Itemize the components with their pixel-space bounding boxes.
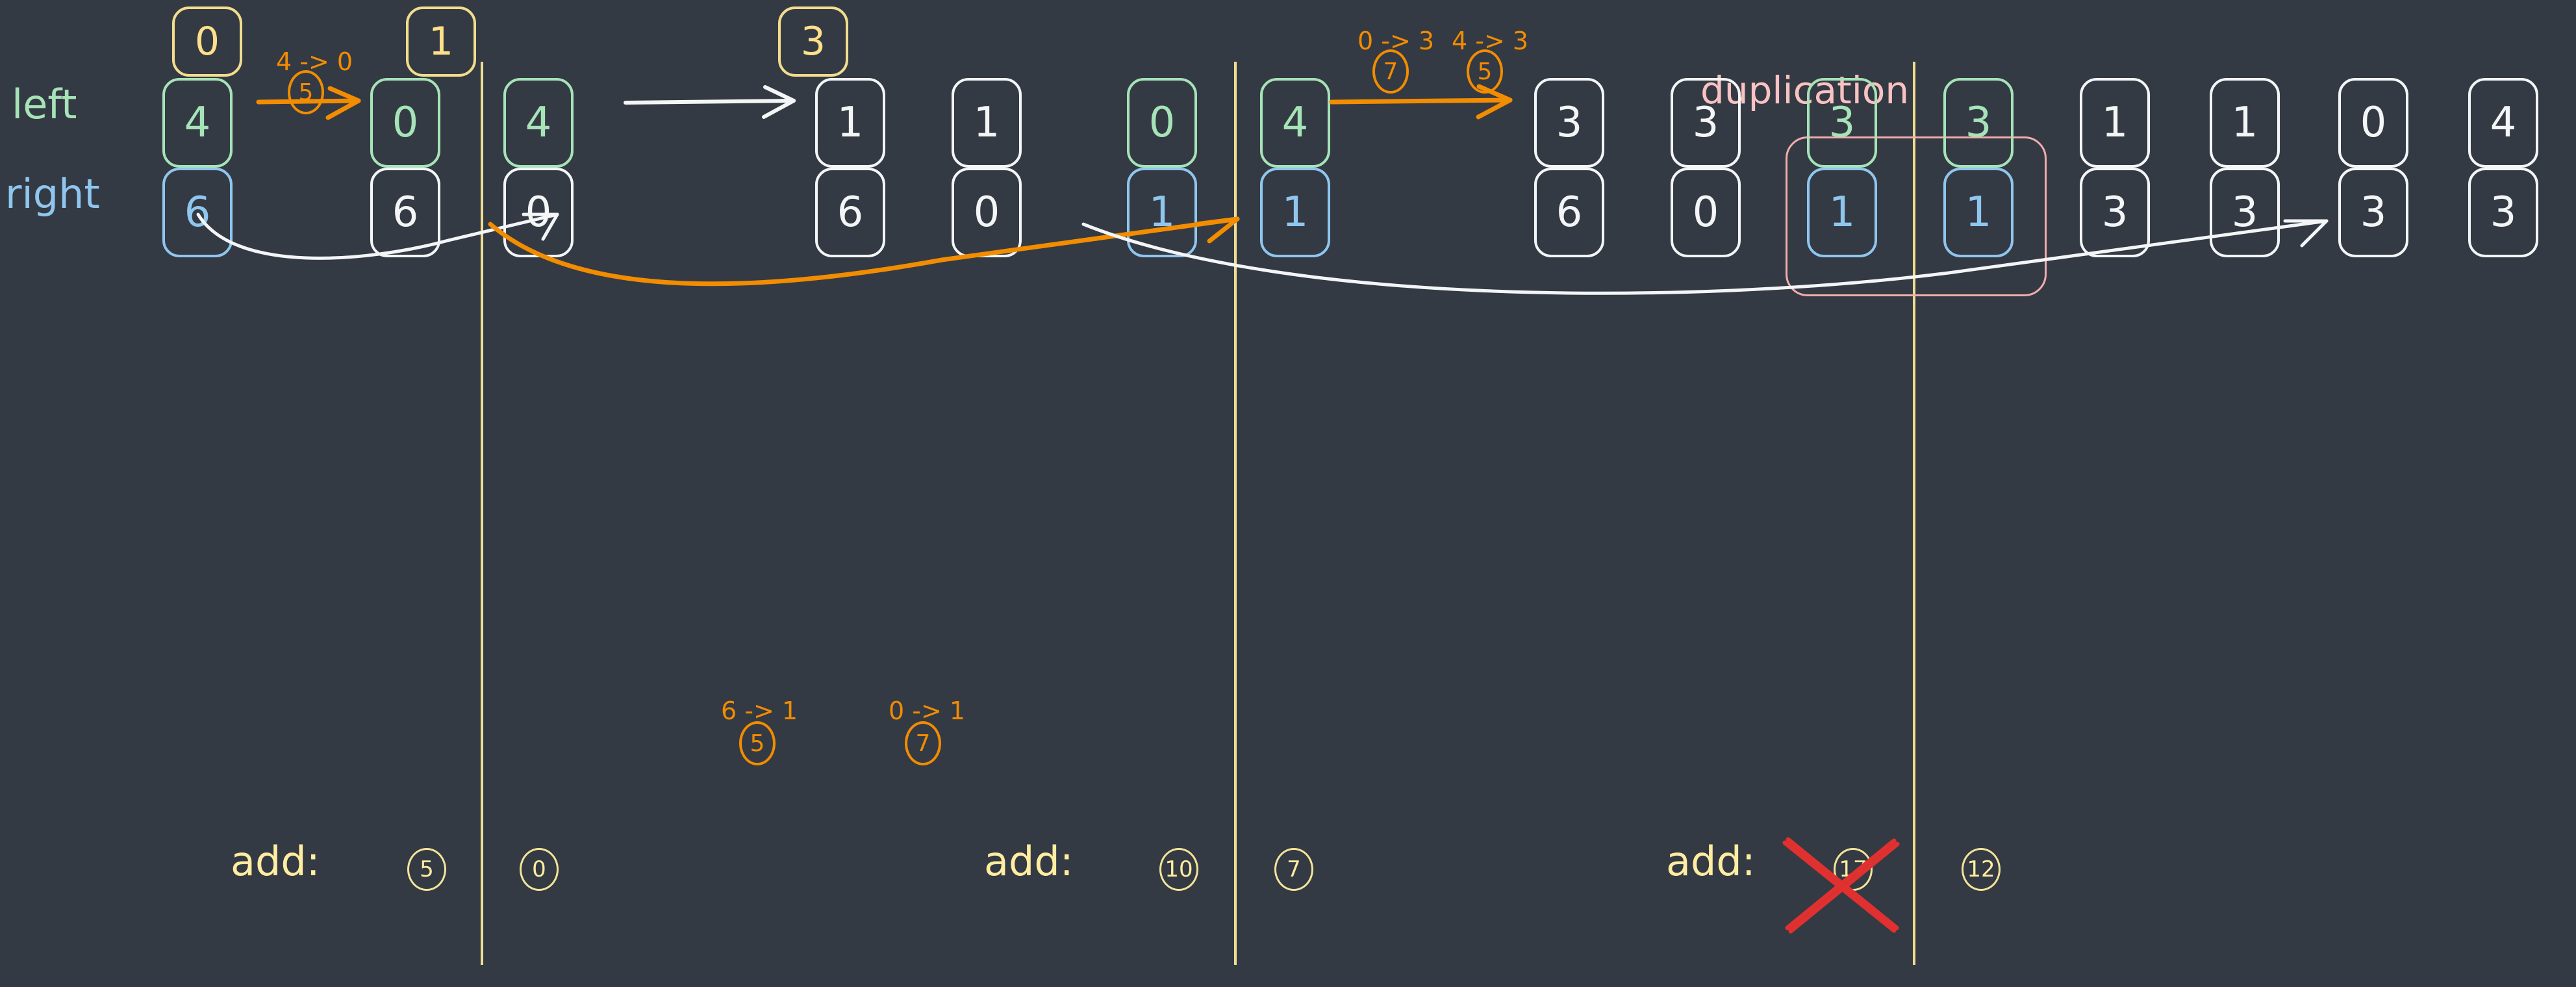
add-value-badge: 12 [1962,848,2001,891]
swap-count-badge: 5 [1467,49,1503,94]
right-row-cell: 3 [2080,168,2150,257]
add-label: add: [984,838,1074,885]
right-row-cell: 1 [1260,168,1330,257]
right-row-cell: 3 [2338,168,2408,257]
left-row-cell: 1 [2210,78,2280,168]
right-row-cell: 6 [1534,168,1604,257]
swap-count-badge: 5 [288,70,324,114]
swap-label: 4 -> 0 [276,47,353,76]
swap-count-badge: 7 [905,721,941,765]
left-row-cell: 3 [1534,78,1604,168]
right-row-cell: 0 [503,168,574,257]
diagram-canvas: 013 duplication left right 4041104333311… [0,0,2576,987]
left-row-cell: 0 [2338,78,2408,168]
left-row-cell: 1 [815,78,885,168]
left-row-cell: 1 [952,78,1022,168]
swap-count-badge: 5 [739,721,776,765]
add-label: add: [1666,838,1756,885]
left-row-cell: 4 [1260,78,1330,168]
swap-label: 6 -> 1 [721,697,798,725]
left-row-cell: 4 [2468,78,2538,168]
right-row-cell: 6 [815,168,885,257]
partition-divider-2 [1234,62,1237,965]
add-value-badge: 0 [520,848,559,891]
pivot-box-2: 1 [406,6,476,77]
right-row-cell: 6 [162,168,233,257]
pivot-box-1: 0 [172,6,242,77]
right-row-cell: 3 [2210,168,2280,257]
add-value-badge: 5 [407,848,446,891]
right-row-cell: 0 [1671,168,1741,257]
left-row-cell: 1 [2080,78,2150,168]
right-row-cell: 1 [1807,168,1877,257]
partition-divider-1 [481,62,483,965]
right-row-cell: 0 [952,168,1022,257]
left-row-cell: 3 [1671,78,1741,168]
white-partition-arrow-1 [624,85,796,119]
right-row-cell: 6 [370,168,440,257]
left-row-cell: 0 [1127,78,1197,168]
left-row-cell: 4 [162,78,233,168]
add-value-badge: 7 [1274,848,1313,891]
add-label: add: [231,838,320,885]
left-row-cell: 3 [1807,78,1877,168]
swap-label: 4 -> 3 [1452,27,1529,55]
right-row-cell: 1 [1127,168,1197,257]
add-value-badge: 10 [1159,848,1198,891]
swap-label: 0 -> 3 [1357,27,1435,55]
right-row-cell: 1 [1943,168,2014,257]
left-row-cell: 3 [1943,78,2014,168]
row-label-left: left [12,81,77,128]
row-label-right: right [5,170,100,218]
pivot-box-3: 3 [778,6,848,77]
left-row-cell: 4 [503,78,574,168]
right-row-cell: 3 [2468,168,2538,257]
left-row-cell: 0 [370,78,440,168]
swap-label: 0 -> 1 [889,697,966,725]
add-value-badge-struck: 17 [1834,848,1873,891]
swap-count-badge: 7 [1372,49,1409,94]
